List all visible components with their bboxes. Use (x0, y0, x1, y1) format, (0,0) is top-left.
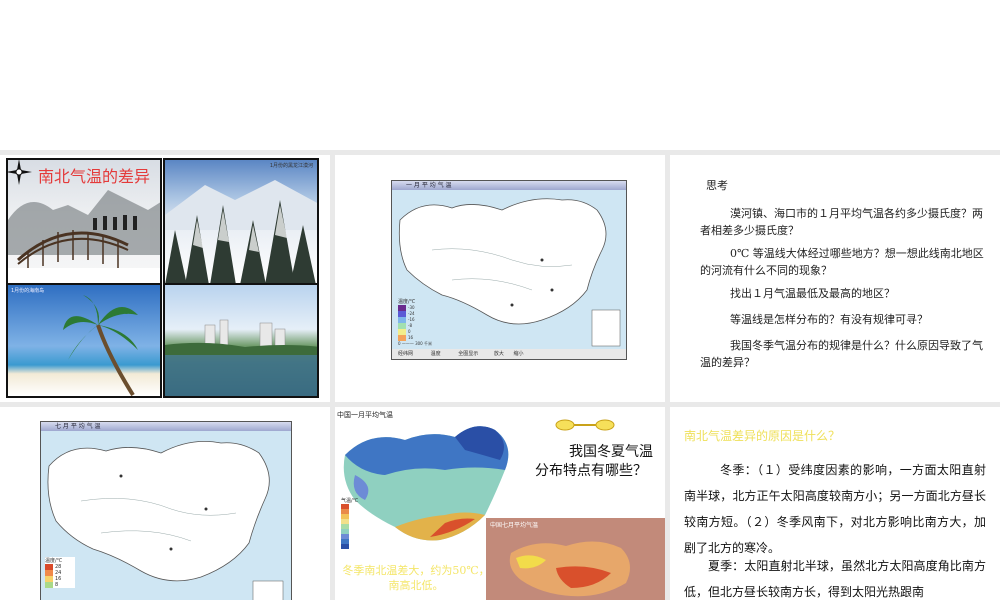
map-window-title: 七 月 平 均 气 温 (55, 423, 101, 430)
july-color-map: 中国七月平均气温 (485, 517, 665, 600)
lake-city-illustration (165, 319, 317, 396)
legend-title: 温度/℃ (45, 558, 63, 564)
question-4: 等温线是怎样分布的？有没有规律可寻？ (730, 313, 928, 326)
map-scale: 0 ——— 300 千米 (398, 341, 432, 346)
question-2: 0℃ 等温线大体经过哪些地方？想一想此线南北地区的河流有什么不同的现象？ (700, 247, 984, 277)
photo-snow-forest: 1月份的黑龙江漠河 (163, 158, 319, 285)
legend-box: 温度/℃ -30 -24 -16 -8 0 16 0 ——— 300 千米 (398, 298, 434, 347)
map-window-titlebar: 七 月 平 均 气 温 (41, 422, 291, 431)
slide-thumbnail-4[interactable]: 七 月 平 均 气 温 温度/℃ 28 24 16 8 (0, 407, 330, 600)
legend-title: 温度/℃ (398, 299, 416, 305)
snow-trees-illustration (165, 180, 317, 283)
july-color-map-drawing (509, 541, 630, 597)
status-item[interactable]: 放大 (494, 351, 504, 357)
question-text: 我国冬夏气温分布特点有哪些？ (535, 444, 653, 479)
question-5: 我国冬季气温分布的规律是什么？什么原因导致了气温的差异？ (700, 339, 983, 369)
photo-palm-beach: 1月份的海南岛 (6, 283, 162, 398)
slide1-title: 南北气温的差异 (38, 167, 151, 186)
palm-tree-illustration (63, 295, 138, 396)
legend-box: 气温/℃ (341, 497, 381, 549)
legend-value: 8 (55, 582, 59, 588)
top-blank-area (0, 0, 1000, 150)
slide-thumbnail-5[interactable]: 中国一月平均气温 气温/℃ 冬季南北温差大，约为50℃，南高北低。 我国冬夏气温… (335, 407, 665, 600)
map-area: 温度/℃ 28 24 16 8 (41, 431, 291, 600)
slide-thumbnail-1[interactable]: 南北气温的差异 1月份的黑龙江漠河 1月份的海南岛 (0, 155, 330, 402)
decorative-ribbon-icon (555, 419, 615, 431)
legend-title: 气温/℃ (341, 498, 359, 504)
slide-thumbnail-6[interactable]: 南北气温差异的原因是什么？ 冬季：（１）受纬度因素的影响，一方面太阳直射南半球，… (670, 407, 1000, 600)
map-statusbar: 经纬网 温度 全图显示 放大 缩小 (392, 349, 626, 359)
map-window-title: 一 月 平 均 气 温 (406, 182, 452, 189)
status-item[interactable]: 缩小 (513, 351, 523, 357)
photo-lake-city (163, 283, 319, 398)
question-3: 找出１月气温最低及最高的地区？ (730, 287, 895, 300)
slide-thumbnail-2[interactable]: 一 月 平 均 气 温 温度/℃ -30 -24 -16 -8 0 16 0 —… (335, 155, 665, 402)
summer-explanation: 夏季：太阳直射北半球，虽然北方太阳高度角比南方低，但北方昼长较南方长，得到太阳光… (684, 559, 986, 599)
status-item[interactable]: 经纬网 (398, 351, 413, 357)
status-item[interactable]: 全图显示 (458, 351, 478, 357)
january-temperature-map-window: 一 月 平 均 气 温 温度/℃ -30 -24 -16 -8 0 16 0 —… (391, 180, 627, 360)
think-heading: 思考 (706, 179, 728, 192)
status-item[interactable]: 温度 (431, 351, 441, 357)
map2-title: 中国七月平均气温 (490, 522, 539, 529)
map-area: 温度/℃ -30 -24 -16 -8 0 16 0 ——— 300 千米 (392, 190, 626, 349)
china-outline-map (47, 440, 284, 600)
photo2-caption: 1月份的黑龙江漠河 (269, 163, 313, 169)
slide-thumbnail-3[interactable]: 思考 漠河镇、海口市的１月平均气温各约多少摄氏度？两者相差多少摄氏度？ 0℃ 等… (670, 155, 1000, 402)
question-1: 漠河镇、海口市的１月平均气温各约多少摄氏度？两者相差多少摄氏度？ (700, 207, 983, 237)
reason-heading: 南北气温差异的原因是什么？ (684, 429, 841, 443)
compass-icon (6, 159, 32, 185)
legend-box: 温度/℃ 28 24 16 8 (45, 557, 75, 588)
july-temperature-map-window: 七 月 平 均 气 温 温度/℃ 28 24 16 8 (40, 421, 292, 600)
photo3-caption: 1月份的海南岛 (11, 288, 45, 294)
winter-explanation: 冬季：（１）受纬度因素的影响，一方面太阳直射南半球，北方正午太阳高度较南方小；另… (684, 463, 986, 555)
caption-text: 冬季南北温差大，约为50℃，南高北低。 (342, 564, 490, 592)
map-window-titlebar: 一 月 平 均 气 温 (392, 181, 626, 190)
